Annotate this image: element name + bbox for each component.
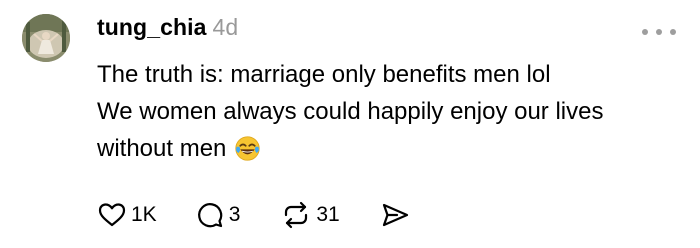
dot <box>656 29 662 35</box>
timestamp: 4d <box>212 14 239 40</box>
reply-button[interactable]: 3 <box>195 200 241 230</box>
dot <box>670 29 676 35</box>
like-count: 1K <box>131 203 157 226</box>
post-header: tung_chia 4d <box>97 14 238 48</box>
post-text-line: The truth is: marriage only benefits men… <box>97 56 687 93</box>
face-with-tears-of-joy-icon <box>235 136 261 161</box>
post-text-line: We women always could happily enjoy our … <box>97 93 687 130</box>
repost-button[interactable]: 31 <box>280 200 340 230</box>
profile-photo-avatar <box>22 14 70 62</box>
post-text-line: without men <box>97 130 687 167</box>
share-icon <box>382 203 408 227</box>
post-text: We women always could happily enjoy our … <box>97 98 604 125</box>
repost-count: 31 <box>316 203 340 226</box>
repost-icon <box>285 201 308 229</box>
heart-icon <box>98 203 126 227</box>
post-body: The truth is: marriage only benefits men… <box>97 56 687 167</box>
post-text: without men <box>97 135 227 162</box>
username[interactable]: tung_chia <box>97 14 207 41</box>
comment-icon <box>197 203 222 228</box>
post-text: The truth is: marriage only benefits men… <box>97 61 551 88</box>
share-button[interactable] <box>380 200 410 230</box>
avatar[interactable] <box>22 14 70 62</box>
dot <box>642 29 648 35</box>
more-options-icon[interactable] <box>642 26 676 38</box>
action-bar: 1K 3 31 <box>97 199 410 231</box>
thread-post: tung_chia 4d The truth is: marriage only… <box>0 0 700 248</box>
like-button[interactable]: 1K <box>97 200 157 230</box>
reply-count: 3 <box>228 203 241 226</box>
